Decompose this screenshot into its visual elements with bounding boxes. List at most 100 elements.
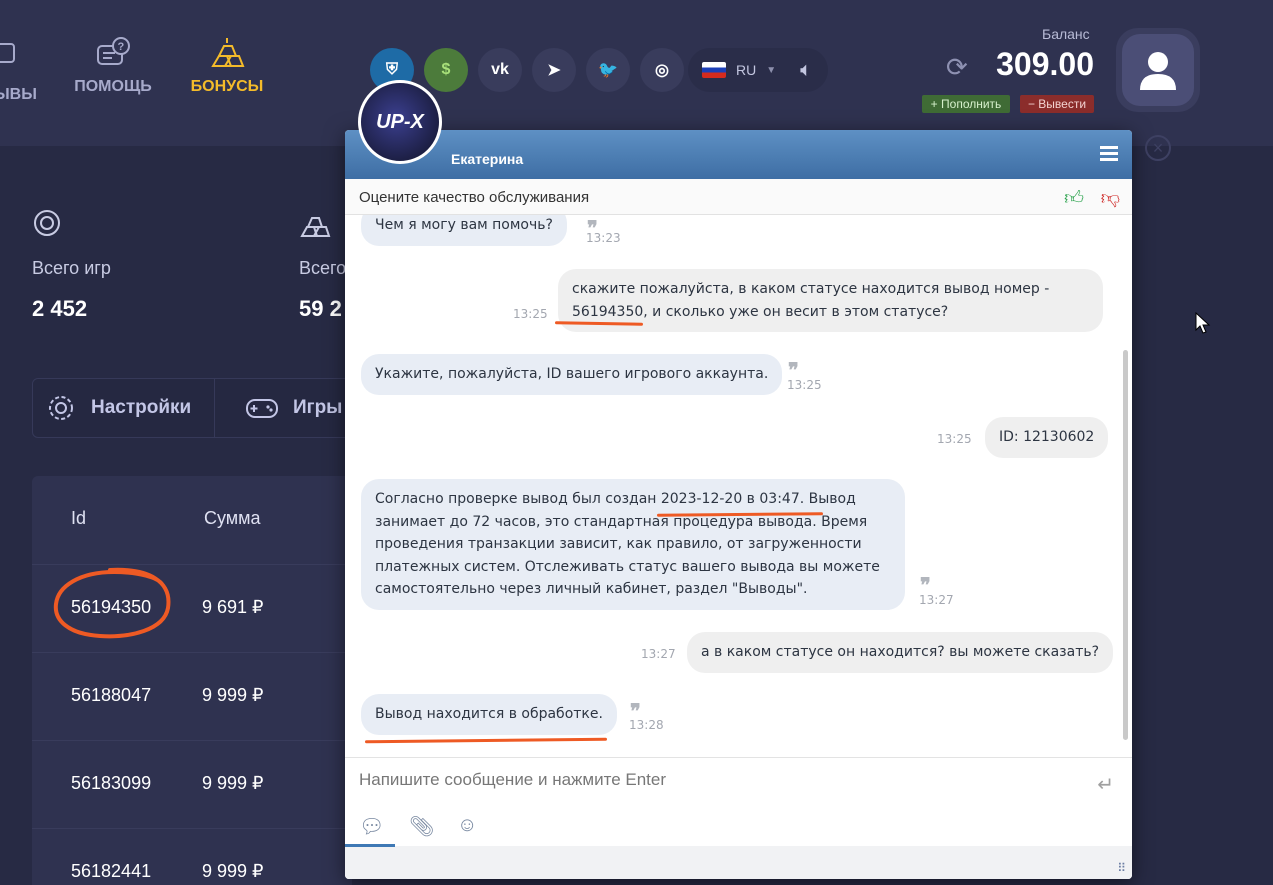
agent-name: Екатерина [451,151,524,167]
message-incoming: Вывод находится в обработке. [361,694,617,735]
column-header-sum: Сумма [204,508,261,528]
row-sum: 9 999 ₽ [202,685,264,705]
nav-reviews[interactable]: ЫВЫ [0,86,37,104]
message-time: 13:25 [937,432,972,446]
dollar-icon[interactable]: $ [424,48,468,92]
gold-bars-stat-icon [300,217,331,237]
russia-flag-icon [702,62,726,78]
row-id: 56183099 [71,773,152,793]
annotation-underline [364,737,608,744]
user-avatar[interactable] [1116,28,1200,112]
withdrawals-table: Id Сумма 56194350 9 691 ₽ 56188047 9 999… [32,476,352,885]
deposit-label: Пополнить [941,97,1002,111]
rating-bar: Оцените качество обслуживания 👍︎ 👎︎ [345,179,1132,215]
gear-icon [49,396,73,420]
games-total-label: Всего игр [32,258,111,278]
withdraw-label: Вывести [1038,97,1087,111]
thumbs-up-icon[interactable]: 👍︎ [1064,187,1084,210]
svg-text:?: ? [118,41,125,53]
chat-header: Екатерина [345,130,1132,179]
message-time: 13:27 [641,647,676,661]
instagram-icon[interactable]: ◎ [640,48,684,92]
hamburger-menu-icon[interactable] [1100,146,1118,161]
row-id: 56182441 [71,861,152,881]
quote-icon: ❞ [788,358,799,382]
enter-icon[interactable]: ↵ [1097,772,1114,797]
nav-bonuses[interactable]: БОНУСЫ [188,36,266,96]
second-stat-value: 59 2 [299,296,342,321]
resize-handle-icon[interactable]: ⠿ [1117,861,1126,875]
sound-icon[interactable]: 🔈︎ [800,59,812,82]
column-header-id: Id [71,508,87,528]
message-incoming: Чем я могу вам помочь? [361,215,567,246]
balance-value: 309.00 [996,46,1094,82]
language-code: RU [736,62,757,78]
rating-prompt: Оцените качество обслуживания [359,189,590,206]
chat-scrollbar[interactable] [1123,350,1128,740]
message-composer: Напишите сообщение и нажмите Enter ↵ 💬︎ … [345,757,1132,879]
tab-divider [214,379,215,437]
tab-games[interactable]: Игры [245,379,342,437]
tab-games-label: Игры [293,397,343,418]
profile-tabs: Настройки Игры [32,378,372,438]
smiley-icon[interactable]: ☺ [457,814,477,837]
message-time: 13:25 [513,307,548,321]
message-time: 13:28 [629,718,664,732]
message-time: 13:27 [919,593,954,607]
plus-icon: + [930,97,942,111]
refresh-icon[interactable]: ⟳ [946,52,968,83]
message-list: Чем я могу вам помочь? ❞ 13:23 13:25 ска… [345,215,1132,757]
table-row[interactable]: 56183099 9 999 ₽ [32,740,352,828]
paperclip-icon[interactable]: 📎︎ [409,814,434,839]
nav-help-label: ПОМОЩЬ [74,78,152,95]
quote-icon: ❞ [630,699,641,723]
help-chat-icon: ? [97,37,130,65]
language-selector[interactable]: RU ▼ 🔈︎ [688,48,828,92]
tab-settings[interactable]: Настройки [45,379,191,437]
message-input[interactable]: Напишите сообщение и нажмите Enter [359,770,666,790]
second-stat-label: Всего [299,258,347,278]
twitter-icon[interactable]: 🐦 [586,48,630,92]
message-outgoing: ID: 12130602 [985,417,1109,458]
chip-icon [34,210,60,236]
nav-reviews-label: ЫВЫ [0,86,37,103]
message-incoming: Укажите, пожалуйста, ID вашего игрового … [361,354,783,395]
mouse-cursor-icon [1195,312,1211,334]
upx-logo: UP-X [358,80,442,164]
nav-bonuses-label: БОНУСЫ [190,78,264,95]
table-row[interactable]: 56182441 9 999 ₽ [32,828,352,885]
telegram-icon[interactable]: ➤ [532,48,576,92]
active-tool-indicator [345,844,395,847]
row-sum: 9 691 ₽ [202,597,264,617]
table-row[interactable]: 56188047 9 999 ₽ [32,652,352,740]
games-total-value: 2 452 [32,296,88,321]
annotation-circle [53,567,171,639]
deposit-button[interactable]: + Пополнить [922,95,1010,113]
row-sum: 9 999 ₽ [202,861,264,881]
message-outgoing: а в каком статусе он находится? вы может… [687,632,1114,673]
withdraw-button[interactable]: − Вывести [1020,95,1094,113]
user-icon [1140,52,1176,90]
row-id: 56188047 [71,685,152,705]
reviews-icon [0,43,15,63]
support-chat-window: Екатерина Оцените качество обслуживания … [345,130,1132,879]
balance-label: Баланс [1042,26,1090,42]
site-header: ЫВЫ ? ПОМОЩЬ БОНУСЫ ⛨ $ vk ➤ 🐦 ◎ RU ▼ 🔈︎… [0,0,1273,146]
thumbs-down-icon[interactable]: 👎︎ [1101,187,1120,210]
chat-bubbles-icon[interactable]: 💬︎ [359,814,384,839]
gold-bars-icon [211,38,245,67]
nav-help[interactable]: ? ПОМОЩЬ [72,36,154,96]
minus-icon: − [1027,97,1039,111]
message-incoming: Согласно проверке вывод был создан 2023-… [361,479,905,610]
vk-icon[interactable]: vk [478,48,522,92]
tab-settings-label: Настройки [91,397,192,418]
gamepad-icon [246,399,278,418]
message-time: 13:25 [787,378,822,392]
close-icon[interactable]: × [1145,135,1171,161]
logo-text: UP-X [376,110,424,133]
message-time: 13:23 [586,231,621,245]
row-sum: 9 999 ₽ [202,773,264,793]
quote-icon: ❞ [920,573,931,597]
chat-footer [345,846,1132,879]
chevron-down-icon: ▼ [766,64,777,76]
